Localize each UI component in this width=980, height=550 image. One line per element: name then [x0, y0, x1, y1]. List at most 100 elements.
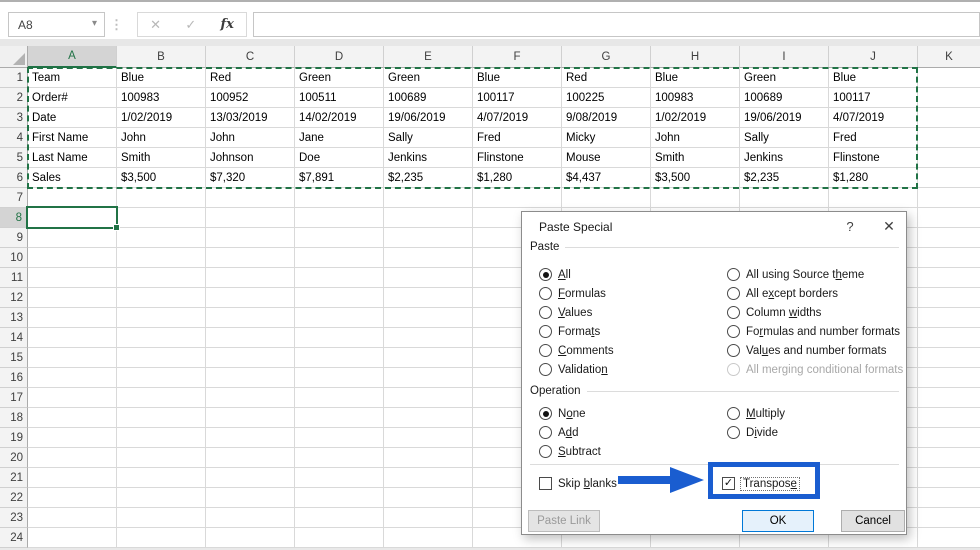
cell-B16[interactable] [117, 368, 206, 388]
cell-C3[interactable]: 13/03/2019 [206, 108, 295, 128]
cell-C22[interactable] [206, 488, 295, 508]
cell-J3[interactable]: 4/07/2019 [829, 108, 918, 128]
cell-H4[interactable]: John [651, 128, 740, 148]
cell-K21[interactable] [918, 468, 980, 488]
cell-F4[interactable]: Fred [473, 128, 562, 148]
cell-F7[interactable] [473, 188, 562, 208]
cell-E7[interactable] [384, 188, 473, 208]
cell-A12[interactable] [28, 288, 117, 308]
cell-I1[interactable]: Green [740, 68, 829, 88]
radio-multiply[interactable]: Multiply [727, 404, 785, 423]
cell-E21[interactable] [384, 468, 473, 488]
cell-K20[interactable] [918, 448, 980, 468]
cell-K22[interactable] [918, 488, 980, 508]
cell-D15[interactable] [295, 348, 384, 368]
cell-E22[interactable] [384, 488, 473, 508]
select-all-corner[interactable] [0, 46, 28, 68]
row-header-10[interactable]: 10 [0, 248, 28, 268]
cell-D4[interactable]: Jane [295, 128, 384, 148]
cell-E17[interactable] [384, 388, 473, 408]
cell-C19[interactable] [206, 428, 295, 448]
cell-K8[interactable] [918, 208, 980, 228]
cell-D13[interactable] [295, 308, 384, 328]
cell-K6[interactable] [918, 168, 980, 188]
cell-B3[interactable]: 1/02/2019 [117, 108, 206, 128]
cell-A3[interactable]: Date [28, 108, 117, 128]
cell-E20[interactable] [384, 448, 473, 468]
row-header-9[interactable]: 9 [0, 228, 28, 248]
cell-B17[interactable] [117, 388, 206, 408]
cell-J7[interactable] [829, 188, 918, 208]
cell-K11[interactable] [918, 268, 980, 288]
cell-D3[interactable]: 14/02/2019 [295, 108, 384, 128]
cell-A19[interactable] [28, 428, 117, 448]
cell-B1[interactable]: Blue [117, 68, 206, 88]
cell-B13[interactable] [117, 308, 206, 328]
cell-H1[interactable]: Blue [651, 68, 740, 88]
cell-C23[interactable] [206, 508, 295, 528]
column-header-D[interactable]: D [295, 46, 384, 68]
cell-D8[interactable] [295, 208, 384, 228]
cell-E8[interactable] [384, 208, 473, 228]
row-header-2[interactable]: 2 [0, 88, 28, 108]
row-header-7[interactable]: 7 [0, 188, 28, 208]
cell-K15[interactable] [918, 348, 980, 368]
cell-K19[interactable] [918, 428, 980, 448]
row-header-3[interactable]: 3 [0, 108, 28, 128]
cell-A21[interactable] [28, 468, 117, 488]
cell-G1[interactable]: Red [562, 68, 651, 88]
cell-A7[interactable] [28, 188, 117, 208]
cell-C5[interactable]: Johnson [206, 148, 295, 168]
cell-B18[interactable] [117, 408, 206, 428]
cell-E6[interactable]: $2,235 [384, 168, 473, 188]
cell-A10[interactable] [28, 248, 117, 268]
cell-C6[interactable]: $7,320 [206, 168, 295, 188]
insert-function-icon[interactable]: fx [221, 17, 234, 32]
cell-A2[interactable]: Order# [28, 88, 117, 108]
cell-D6[interactable]: $7,891 [295, 168, 384, 188]
row-header-22[interactable]: 22 [0, 488, 28, 508]
cell-E2[interactable]: 100689 [384, 88, 473, 108]
cancel-icon[interactable]: ✕ [150, 17, 161, 33]
radio-formats[interactable]: Formats [539, 322, 614, 341]
cell-G6[interactable]: $4,437 [562, 168, 651, 188]
cell-K23[interactable] [918, 508, 980, 528]
cell-A24[interactable] [28, 528, 117, 548]
cell-E19[interactable] [384, 428, 473, 448]
cell-B24[interactable] [117, 528, 206, 548]
radio-divide[interactable]: Divide [727, 423, 785, 442]
cell-I3[interactable]: 19/06/2019 [740, 108, 829, 128]
cell-C12[interactable] [206, 288, 295, 308]
cell-C18[interactable] [206, 408, 295, 428]
column-header-J[interactable]: J [829, 46, 918, 68]
cell-D17[interactable] [295, 388, 384, 408]
cell-A16[interactable] [28, 368, 117, 388]
enter-icon[interactable]: ✓ [185, 17, 196, 33]
cell-A17[interactable] [28, 388, 117, 408]
cell-D7[interactable] [295, 188, 384, 208]
cell-B12[interactable] [117, 288, 206, 308]
cell-D22[interactable] [295, 488, 384, 508]
row-header-21[interactable]: 21 [0, 468, 28, 488]
cell-K14[interactable] [918, 328, 980, 348]
cell-A22[interactable] [28, 488, 117, 508]
cell-K13[interactable] [918, 308, 980, 328]
cell-A6[interactable]: Sales [28, 168, 117, 188]
cell-K5[interactable] [918, 148, 980, 168]
cell-A11[interactable] [28, 268, 117, 288]
formula-input[interactable] [253, 12, 980, 37]
cell-B15[interactable] [117, 348, 206, 368]
row-header-6[interactable]: 6 [0, 168, 28, 188]
cell-B22[interactable] [117, 488, 206, 508]
cell-E1[interactable]: Green [384, 68, 473, 88]
cell-K3[interactable] [918, 108, 980, 128]
cell-H2[interactable]: 100983 [651, 88, 740, 108]
cell-C2[interactable]: 100952 [206, 88, 295, 108]
column-header-H[interactable]: H [651, 46, 740, 68]
cell-I4[interactable]: Sally [740, 128, 829, 148]
cell-K12[interactable] [918, 288, 980, 308]
cell-B21[interactable] [117, 468, 206, 488]
column-header-F[interactable]: F [473, 46, 562, 68]
cell-E13[interactable] [384, 308, 473, 328]
column-header-I[interactable]: I [740, 46, 829, 68]
